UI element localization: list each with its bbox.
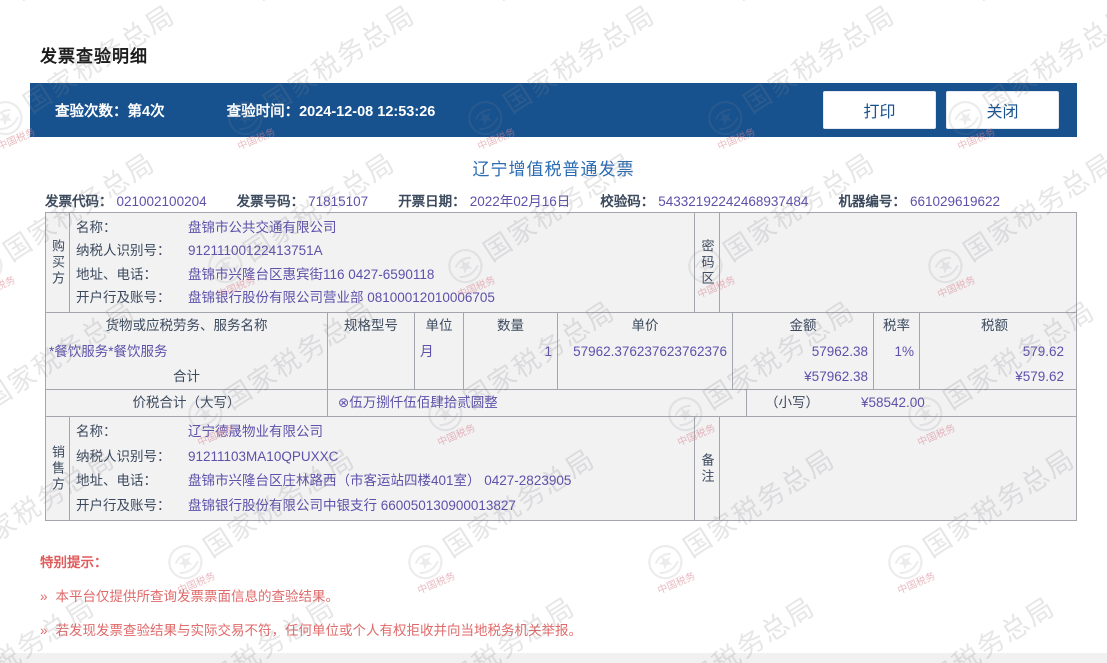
- bullet-icon: »: [40, 589, 48, 604]
- seller-address-row: 地址、电话： 盘锦市兴隆台区庄林路西（市客运站四楼401室） 0427-28239…: [76, 473, 572, 489]
- special-notice-title: 特别提示：: [40, 555, 108, 570]
- col-item-name: 货物或应税劳务、服务名称 *餐饮服务*餐饮服务 合计: [46, 313, 327, 389]
- col-unit-price: 单价 57962.376237623762376: [557, 313, 732, 389]
- grand-total-words: ⊗伍万捌仟伍佰肆拾贰圆整: [328, 390, 747, 416]
- invoice-title: 辽宁增值税普通发票: [472, 160, 635, 179]
- remark-zone-content: [720, 417, 1076, 520]
- invoice-code: 发票代码： 021002100204: [45, 194, 207, 209]
- invoice-table: 购买方 名称： 盘锦市公共交通有限公司 纳税人识别号： 91211100122413…: [45, 212, 1077, 521]
- page-title: 发票查验明细: [40, 47, 148, 66]
- stamp-script-text: 中国税务: [734, 0, 777, 4]
- col-amount: 金额 57962.38 ¥57962.38: [732, 313, 873, 389]
- buyer-fields: 名称： 盘锦市公共交通有限公司 纳税人识别号： 91211100122413751A…: [70, 213, 695, 312]
- item-name-value: *餐饮服务*餐饮服务: [49, 344, 168, 359]
- seller-fields: 名称： 辽宁德晟物业有限公司 纳税人识别号： 91211103MA10QPUXXC …: [70, 417, 695, 520]
- check-count: 查验次数：第4次: [55, 100, 165, 121]
- special-notice: 特别提示： » 本平台仅提供所查询发票票面信息的查验结果。 » 若发现发票查验结果与…: [40, 551, 582, 639]
- seller-name-row: 名称： 辽宁德晟物业有限公司: [76, 424, 323, 440]
- col-quantity: 数量 1: [463, 313, 557, 389]
- buyer-address-row: 地址、电话： 盘锦市兴隆台区惠宾街116 0427-6590118: [76, 266, 435, 282]
- seller-section: 销售方 名称： 辽宁德晟物业有限公司 纳税人识别号： 91211103MA10QPU…: [46, 416, 1076, 520]
- bullet-icon: »: [40, 623, 48, 638]
- password-zone-label: 密码区: [699, 238, 715, 287]
- tax-amount-value: 579.62: [1022, 344, 1064, 359]
- tax-rate-value: 1%: [894, 344, 914, 359]
- col-unit: 单位 月: [414, 313, 463, 389]
- print-button[interactable]: 打印: [823, 91, 936, 129]
- password-zone-content: [720, 213, 1076, 312]
- check-time-label: 查验时间：: [226, 103, 300, 120]
- buyer-section: 购买方 名称： 盘锦市公共交通有限公司 纳税人识别号： 91211100122413…: [46, 213, 1076, 312]
- amount-total: ¥57962.38: [804, 369, 868, 384]
- tax-emblem-icon: [647, 544, 683, 579]
- unit-price-value: 57962.376237623762376: [573, 344, 727, 359]
- grand-total-row: 价税合计（大写） ⊗伍万捌仟伍佰肆拾贰圆整 （小写） ¥58542.00: [46, 389, 1076, 416]
- check-count-value: 第4次: [127, 103, 165, 120]
- close-button[interactable]: 关闭: [946, 91, 1059, 129]
- buyer-taxid-row: 纳税人识别号： 91211100122413751A: [76, 243, 323, 259]
- grand-total-label: 价税合计（大写）: [46, 390, 328, 416]
- grand-total-numeric: （小写） ¥58542.00: [765, 395, 925, 410]
- tax-emblem-icon: [887, 544, 923, 579]
- buyer-name-row: 名称： 盘锦市公共交通有限公司: [76, 219, 337, 235]
- watermark-item: 中国税务国家税务总局: [619, 586, 821, 663]
- stamp-script-text: 中国税务: [655, 570, 698, 597]
- stamp-script-text: 中国税务: [14, 0, 57, 4]
- unit-value: 月: [420, 344, 434, 359]
- check-time: 查验时间：2024-12-08 12:53:26: [227, 100, 436, 121]
- footer-strip: [0, 653, 1107, 663]
- seller-taxid-row: 纳税人识别号： 91211103MA10QPUXXC: [76, 448, 339, 464]
- stamp-script-text: 中国税务: [895, 570, 938, 597]
- stamp-script-text: 中国税务: [974, 0, 1017, 4]
- invoice-meta-row: 发票代码： 021002100204 发票号码： 71815107 开票日期： 202…: [45, 190, 1077, 210]
- buyer-side-label: 购买方: [50, 238, 65, 287]
- col-tax-rate: 税率 1%: [873, 313, 919, 389]
- watermark-item: 中国税务国家税务总局: [1099, 586, 1107, 663]
- stamp-script-text: 中国税务: [254, 0, 297, 4]
- quantity-value: 1: [544, 344, 552, 359]
- stamp-script-text: 中国税务: [0, 274, 18, 301]
- invoice-number: 发票号码： 71815107: [236, 194, 369, 209]
- items-grid: 货物或应税劳务、服务名称 *餐饮服务*餐饮服务 合计 规格型号 单位 月 数量 …: [46, 312, 1076, 389]
- invoice-checkcode: 校验码： 54332192242468937484: [600, 194, 809, 209]
- stamp-script-text: 中国税务: [494, 0, 537, 4]
- check-count-label: 查验次数：: [55, 103, 128, 120]
- invoice-machine-number: 机器编号： 661029619622: [838, 194, 1001, 209]
- total-label: 合计: [173, 369, 200, 384]
- col-spec: 规格型号: [327, 313, 414, 389]
- notice-item-1: » 本平台仅提供所查询发票票面信息的查验结果。: [40, 589, 340, 604]
- tax-amount-total: ¥579.62: [1015, 369, 1064, 384]
- tax-emblem-icon: [0, 100, 23, 135]
- verification-toolbar: 查验次数：第4次 查验时间：2024-12-08 12:53:26 打印 关闭: [30, 83, 1077, 137]
- tax-emblem-icon: [0, 248, 3, 283]
- seller-bank-row: 开户行及账号： 盘锦银行股份有限公司中银支行 660050130900013827: [76, 497, 516, 513]
- seller-side-label: 销售方: [50, 444, 65, 493]
- col-tax-amount: 税额 579.62 ¥579.62: [919, 313, 1069, 389]
- notice-item-2: » 若发现发票查验结果与实际交易不符，任何单位或个人有权拒收并向当地税务机关举报。: [40, 623, 583, 638]
- watermark-text: 国家税务总局: [658, 591, 821, 663]
- invoice-date: 开票日期： 2022年02月16日: [398, 194, 571, 209]
- watermark-text: 国家税务总局: [898, 591, 1061, 663]
- watermark-item: 中国税务国家税务总局: [859, 586, 1061, 663]
- check-time-value: 2024-12-08 12:53:26: [299, 103, 436, 120]
- amount-value: 57962.38: [811, 344, 868, 359]
- remark-zone-label: 备注: [699, 452, 715, 485]
- buyer-bank-row: 开户行及账号： 盘锦银行股份有限公司营业部 08100012010006705: [76, 290, 495, 306]
